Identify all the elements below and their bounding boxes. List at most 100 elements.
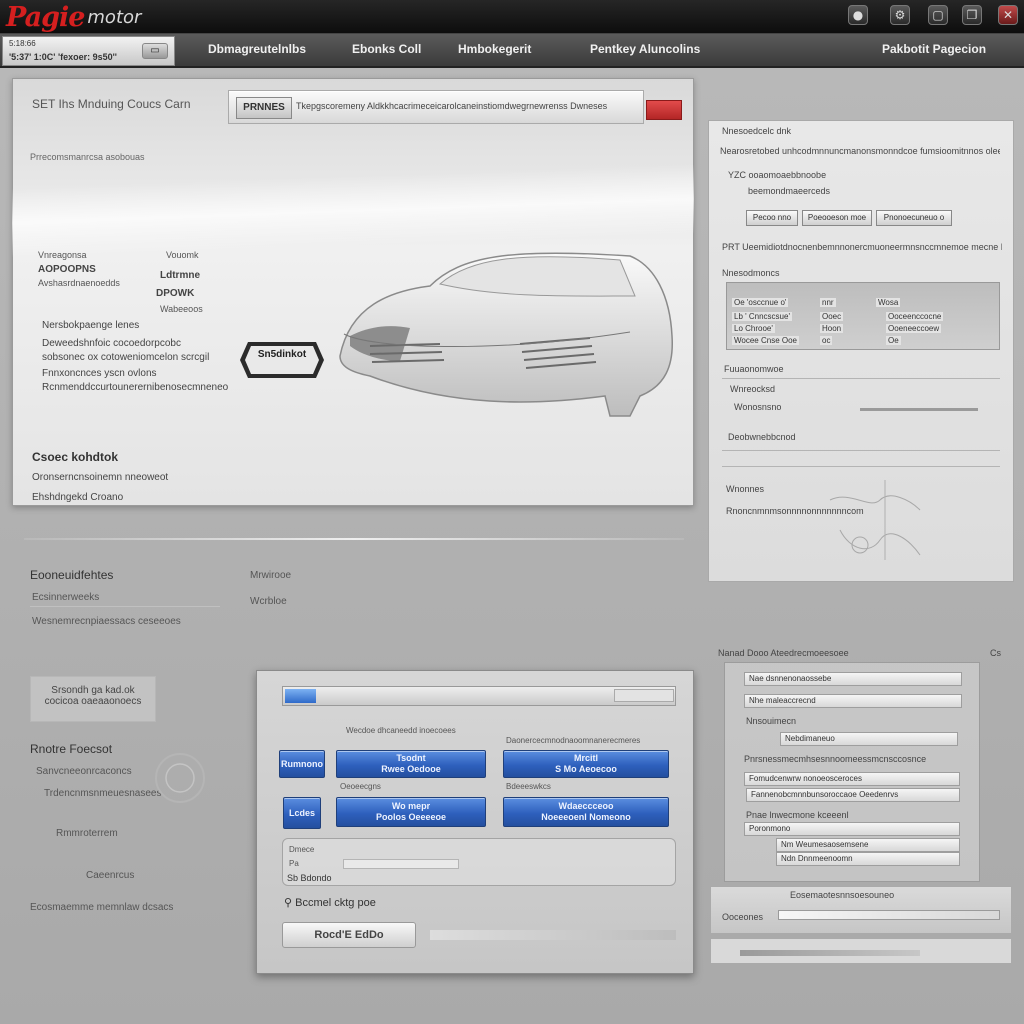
right-button-2[interactable]: Poeooeson moe xyxy=(802,210,872,226)
table-cell: Wocee Cnse Ooe xyxy=(732,336,799,345)
right-bottom-corner: Cs xyxy=(990,648,1001,658)
car-icon[interactable]: ▭ xyxy=(142,43,168,59)
function-button-3-line2: Poolos Oeeeeoe xyxy=(375,812,447,822)
logo-subtext: motor xyxy=(87,6,142,28)
side-button-2[interactable]: Lcdes xyxy=(283,797,321,829)
menu-item-pentkey[interactable]: Pentkey Aluncolins xyxy=(590,42,700,56)
tab-prnnes[interactable]: PRNNES xyxy=(236,97,292,119)
form-input-5[interactable]: Fannenobcmnnbunsoroccaoe Oeedenrvs xyxy=(746,788,960,802)
action-bar xyxy=(430,930,676,940)
field-caption-2: Pa xyxy=(289,859,299,868)
form-subhead-2: Pnrsnessmecmhsesnnoomeessmcnsccosnce xyxy=(744,754,927,764)
form-input-3[interactable]: Nebdimaneuo xyxy=(780,732,958,746)
engine-diagram xyxy=(829,480,921,560)
function-button-4-line2: Noeeeoenl Nomeono xyxy=(541,812,631,822)
desc-line-5: Rcnmenddccurtounerernibenosecmneneo xyxy=(42,382,229,393)
menu-item-diagnostics[interactable]: Dbmagreutelnlbs xyxy=(208,42,306,56)
input-field-group[interactable]: Dmece Pa Sb Bdondo xyxy=(282,838,676,886)
history-line-2: Trdencnmsnmeuesnasees xyxy=(44,788,162,799)
menu-item-right[interactable]: Pakbotit Pagecion xyxy=(882,42,986,56)
table-cell: Oe xyxy=(886,336,901,345)
form-subhead-3: Pnae lnwecmone kceeenl xyxy=(746,810,849,820)
form-input-7[interactable]: Nm Weumesaosemsene xyxy=(776,838,960,852)
right-footer-progress xyxy=(740,950,920,956)
form-input-2[interactable]: Nhe maleaccrecnd xyxy=(744,694,962,708)
history-line-4: Caeenrcus xyxy=(86,870,135,881)
function-button-2-line1: Mrcitl xyxy=(573,753,598,764)
right-bottom-title: Nanad Dooo Ateedrecmoeesoee xyxy=(718,648,849,658)
right-footer-input[interactable] xyxy=(778,910,1000,920)
form-input-6[interactable]: Poronmono xyxy=(744,822,960,836)
function-button-2-line2: S Mo Aeoecoo xyxy=(555,764,617,774)
caption-top-right: Daonercecmnodnaoomnanerecmeres xyxy=(506,736,641,745)
progress-value-box[interactable] xyxy=(614,689,674,702)
caption-top-left: Wecdoe dhcaneedd inoecoees xyxy=(346,726,456,735)
section-line-1: Oronserncnsoinemn nneoweot xyxy=(32,472,169,483)
detail-line-3: Deobwnebbcnod xyxy=(728,432,796,442)
right-line-1: Nearosretobed unhcodmnnuncmanonsmonndcoe… xyxy=(720,146,1000,156)
spec-mid-1: Vouomk xyxy=(166,250,199,260)
window-icon[interactable]: ▢ xyxy=(928,5,948,25)
right-footer-line: Eosemaotesnnsoesouneo xyxy=(790,890,895,900)
detail-slider[interactable] xyxy=(860,408,978,411)
table-cell: Ooec xyxy=(820,312,844,321)
card-subtitle: Prrecomsmanrcsa asobouas xyxy=(30,152,145,162)
lower-underline xyxy=(30,606,220,607)
right-button-1[interactable]: Pecoo nno xyxy=(746,210,798,226)
right-button-3[interactable]: Pnonoecuneuo o xyxy=(876,210,952,226)
action-button[interactable]: Rocd'E EdDo xyxy=(282,922,416,948)
vehicle-info-box[interactable]: 5:18:66 '5:37' 1:0C' 'fexoer: 9s50'' ▭ xyxy=(2,36,175,66)
table-cell: oc xyxy=(820,336,833,345)
function-button-1-line2: Rwee Oedooe xyxy=(381,764,441,774)
search-icon: ⚲ xyxy=(284,897,293,909)
desc-line-1: Nersbokpaenge lenes xyxy=(42,320,140,331)
spec-left-2: AOPOOPNS xyxy=(38,264,96,275)
lower-heading-left: Eooneuidfehtes xyxy=(30,568,114,582)
field-caption: Dmece xyxy=(289,845,315,854)
card-search-text[interactable]: Tkepgscoremeny Aldkkhcacrimeceicarolcane… xyxy=(296,101,626,111)
function-button-1[interactable]: Tsodnt Rwee Oedooe xyxy=(336,750,486,778)
side-button-1[interactable]: Rumnono xyxy=(279,750,325,778)
table-title: Nnesodmoncs xyxy=(722,268,780,278)
table-cell: Lo Chrooe' xyxy=(732,324,775,333)
function-button-3-line1: Wo mepr xyxy=(391,801,431,812)
field-input[interactable] xyxy=(343,859,459,869)
globe-icon[interactable]: ● xyxy=(848,5,868,25)
function-button-4[interactable]: Wdaeccceoo Noeeeoenl Nomeono xyxy=(503,797,669,827)
table-cell: Lb ' Cnncscsue' xyxy=(732,312,792,321)
table-cell: Oe 'osccnue o' xyxy=(732,298,789,307)
flag-icon[interactable] xyxy=(646,100,682,120)
function-button-4-line1: Wdaeccceoo xyxy=(558,801,614,812)
badge-icon[interactable] xyxy=(238,340,326,380)
search-row[interactable]: ⚲ Bccmel cktg poe xyxy=(284,896,376,909)
function-button-3[interactable]: Wo mepr Poolos Oeeeeoe xyxy=(336,797,486,827)
table-cell: Hoon xyxy=(820,324,844,333)
vehicle-info-line1: 5:18:66 xyxy=(9,39,36,48)
menu-item-hmbokegerit[interactable]: Hmbokegerit xyxy=(458,42,531,56)
right-line-3: beemondmaeerceds xyxy=(748,186,831,196)
table-cell: Wosa xyxy=(876,298,901,307)
close-icon[interactable]: ✕ xyxy=(998,5,1018,25)
settings-icon[interactable]: ⚙ xyxy=(890,5,910,25)
form-input-4[interactable]: Fomudcenwrw nonoeosceroces xyxy=(744,772,960,786)
desc-line-4: Fnnxoncnces yscn ovlons xyxy=(42,368,157,379)
info-box-line1: Srsondh ga kad.ok xyxy=(51,685,135,696)
section-heading: Csoec kohdtok xyxy=(32,450,119,464)
detail-line-2: Wonosnsno xyxy=(734,402,782,412)
app-logo: Pagie motor xyxy=(6,2,142,33)
gauge-icon xyxy=(155,753,205,803)
side-button-1-label: Rumnono xyxy=(281,758,323,769)
function-button-2[interactable]: Mrcitl S Mo Aeoecoo xyxy=(503,750,669,778)
detail-divider-2 xyxy=(722,450,1000,451)
form-input-8[interactable]: Ndn Dnnmeenoomn xyxy=(776,852,960,866)
data-table-rows: Oe 'osccnue o' nnr Wosa Lb ' Cnncscsue' … xyxy=(726,282,1000,350)
info-box[interactable]: Srsondh ga kad.ok cocicoa oaeaaonoecs xyxy=(30,676,156,722)
history-line-3: Rmmroterrem xyxy=(56,828,118,839)
table-cell: Ooeneeccoew xyxy=(886,324,942,333)
menu-item-ebonks[interactable]: Ebonks Coll xyxy=(352,42,421,56)
right-line-4: PRT Ueemidiotdnocnenbemnnonercmuoneermns… xyxy=(722,242,1002,252)
caption-mid-left: Oeoeecgns xyxy=(340,782,381,791)
form-input-1[interactable]: Nae dsnnenonaossebe xyxy=(744,672,962,686)
spec-mid-4: Wabeeoos xyxy=(160,304,203,314)
restore-icon[interactable]: ❐ xyxy=(962,5,982,25)
